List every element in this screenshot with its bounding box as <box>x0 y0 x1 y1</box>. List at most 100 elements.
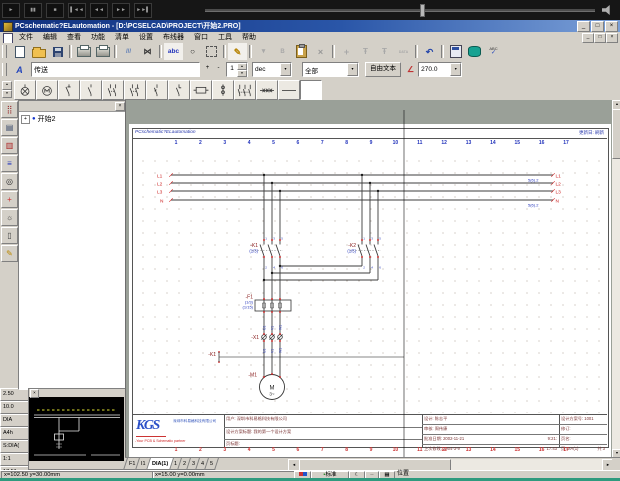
print-button[interactable] <box>74 43 93 60</box>
zoom-page-button[interactable]: ◎ <box>1 173 18 190</box>
delete-button[interactable]: × <box>311 43 330 60</box>
tree-expander-icon[interactable]: + <box>21 115 30 124</box>
detail-down-button[interactable]: ▾ <box>254 43 273 60</box>
terminal-row-symbol-button[interactable] <box>256 80 278 100</box>
skip-forward-button[interactable]: ►►▌ <box>134 3 152 18</box>
move-button[interactable]: + <box>337 43 356 60</box>
settings-button[interactable]: ☼ <box>1 209 18 226</box>
angle-dropdown[interactable]: 270.0 ▼ <box>418 62 462 77</box>
symbol-mode-button[interactable]: ⋈ <box>138 43 157 60</box>
volume-icon[interactable] <box>602 5 613 15</box>
text-style-icon[interactable]: A <box>10 61 29 78</box>
rewind-button[interactable]: ◄◄ <box>90 3 108 18</box>
close-icon[interactable]: × <box>30 389 39 398</box>
symbol-pager[interactable]: ▲▼ <box>2 81 12 98</box>
menu-item-5[interactable]: 设置 <box>134 32 158 43</box>
toolbar-grip[interactable] <box>2 63 7 76</box>
project-tree-label[interactable]: 开始2 <box>38 114 56 124</box>
pager-up-icon[interactable]: ▲ <box>2 81 12 90</box>
media-seek-thumb[interactable] <box>420 4 425 17</box>
stepper-up-icon[interactable]: ▲ <box>237 63 247 70</box>
undo-button[interactable]: ↶ <box>420 43 439 60</box>
motor-symbol-button[interactable] <box>36 80 58 100</box>
project-tree-root[interactable]: + ● 开始2 <box>21 114 126 124</box>
net-navigator-button[interactable]: ⣿ <box>1 101 18 118</box>
menu-item-3[interactable]: 功能 <box>86 32 110 43</box>
restore-button[interactable]: □ <box>591 21 604 32</box>
coil-symbol-button[interactable] <box>190 80 212 100</box>
spellcheck-button[interactable]: ABC✓ <box>484 43 503 60</box>
hatch-lines-button[interactable]: /// <box>119 43 138 60</box>
mdi-restore-button[interactable]: □ <box>594 33 606 43</box>
vertical-scroll-thumb[interactable] <box>612 109 620 159</box>
close-button[interactable]: × <box>605 21 618 32</box>
text-size-stepper[interactable]: 1 ▲▼ <box>226 62 248 77</box>
page-browser-button[interactable]: ▤ <box>1 119 18 136</box>
menu-item-4[interactable]: 清单 <box>110 32 134 43</box>
stop-button[interactable]: ■ <box>46 3 64 18</box>
preview-thumbnail[interactable] <box>29 397 124 461</box>
mdi-minimize-button[interactable]: _ <box>582 33 594 43</box>
menu-item-9[interactable]: 帮助 <box>237 32 261 43</box>
data-button[interactable]: DATA <box>394 43 413 60</box>
menu-item-6[interactable]: 布线器 <box>158 32 189 43</box>
circle-mode-button[interactable]: ○ <box>183 43 202 60</box>
text-mode-button[interactable]: abc <box>164 43 183 60</box>
skip-back-button[interactable]: ▌◄◄ <box>68 3 86 18</box>
media-seek-slider[interactable] <box>205 9 595 12</box>
conductor-line-symbol-button[interactable] <box>278 80 300 100</box>
vertical-scrollbar[interactable]: ▲ ▼ <box>612 100 620 457</box>
fast-forward-button[interactable]: ►► <box>112 3 130 18</box>
horizontal-scrollbar[interactable]: ◄ ► <box>288 459 612 470</box>
unit-dropdown[interactable]: dec ▼ <box>252 62 292 77</box>
object-list-button[interactable]: ≡ <box>1 155 18 172</box>
pencil-button[interactable]: ✎ <box>228 43 247 60</box>
menu-item-1[interactable]: 编辑 <box>38 32 62 43</box>
late-break-symbol-button[interactable] <box>168 80 190 100</box>
blank-symbol-symbol-button[interactable] <box>300 80 322 100</box>
pause-button[interactable]: ▮▮ <box>24 3 42 18</box>
close-icon[interactable]: × <box>115 102 125 111</box>
toolbar-grip[interactable] <box>2 45 7 58</box>
database-button[interactable] <box>465 43 484 60</box>
filter-t2-button[interactable]: Ŧ <box>375 43 394 60</box>
menu-item-8[interactable]: 工具 <box>213 32 237 43</box>
chevron-down-icon[interactable]: ▼ <box>450 63 461 76</box>
scope-dropdown[interactable]: 全部 ▼ <box>302 62 359 77</box>
calculator-button[interactable] <box>446 43 465 60</box>
connection-pin-symbol-button[interactable] <box>212 80 234 100</box>
paste-button[interactable] <box>292 43 311 60</box>
stepper-down-icon[interactable]: ▼ <box>237 70 247 77</box>
three-pole-contact-symbol-button[interactable] <box>234 80 256 100</box>
text-smaller-button[interactable]: - <box>214 64 223 75</box>
pager-down-icon[interactable]: ▼ <box>2 90 12 99</box>
project-panel-titlebar[interactable]: × <box>19 101 126 112</box>
drawing-canvas[interactable]: PCschematic?ELautomation 更新日: 刷新 1234567… <box>125 100 613 457</box>
align-pointer-button[interactable]: + <box>1 191 18 208</box>
changeover-b-symbol-button[interactable] <box>124 80 146 100</box>
make-contact-symbol-button[interactable] <box>80 80 102 100</box>
sheet-edit-button[interactable]: ✎ <box>1 245 18 262</box>
text-larger-button[interactable]: + <box>203 64 212 75</box>
b-small-button[interactable]: B <box>273 43 292 60</box>
play-button[interactable]: ► <box>2 3 20 18</box>
preview-titlebar[interactable]: × <box>29 389 126 397</box>
stepper-arrows[interactable]: ▲▼ <box>237 63 247 76</box>
menu-item-7[interactable]: 窗口 <box>189 32 213 43</box>
page-tab-5[interactable]: 5 <box>205 458 220 470</box>
early-make-symbol-button[interactable] <box>146 80 168 100</box>
mdi-close-button[interactable]: × <box>606 33 618 43</box>
area-select-button[interactable] <box>202 43 221 60</box>
page-tab-DIA(1)[interactable]: DIA(1) <box>146 458 174 470</box>
chevron-down-icon[interactable]: ▼ <box>280 63 291 76</box>
changeover-a-symbol-button[interactable] <box>102 80 124 100</box>
free-text-button[interactable]: 自由文本 <box>365 62 401 77</box>
manual-button[interactable]: ▥ <box>1 137 18 154</box>
new-file-button[interactable] <box>10 43 29 60</box>
filter-t1-button[interactable]: Ŧ <box>356 43 375 60</box>
signal-lamp-symbol-button[interactable] <box>14 80 36 100</box>
open-button[interactable] <box>29 43 48 60</box>
minimize-button[interactable]: _ <box>577 21 590 32</box>
print-setup-button[interactable] <box>93 43 112 60</box>
chevron-down-icon[interactable]: ▼ <box>347 63 358 76</box>
